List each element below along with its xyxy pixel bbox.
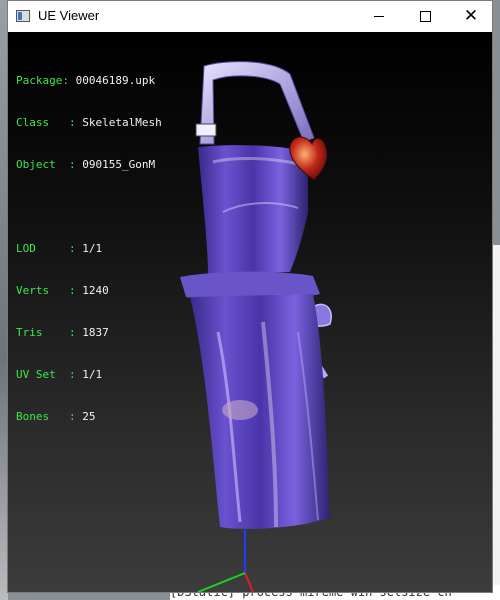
- apron-bib: [198, 145, 308, 274]
- verts-value: 1240: [82, 284, 109, 297]
- object-value: 090155_GonM: [82, 158, 156, 171]
- bones-label: Bones :: [16, 410, 83, 423]
- class-label: Class :: [16, 116, 83, 129]
- axis-y-line: [197, 572, 246, 592]
- class-value: SkeletalMesh: [82, 116, 162, 129]
- background-console-window: [492, 245, 500, 600]
- ue-viewer-window: UE Viewer ✕ Package: 00046189.upk Class …: [7, 0, 493, 593]
- tris-label: Tris :: [16, 326, 83, 339]
- tris-value: 1837: [82, 326, 109, 339]
- bones-value: 25: [82, 410, 96, 423]
- lod-label: LOD :: [16, 242, 83, 255]
- minimize-button[interactable]: [356, 1, 402, 32]
- window-title: UE Viewer: [38, 8, 100, 23]
- close-icon: ✕: [463, 6, 479, 26]
- axis-x-line: [244, 572, 254, 592]
- maximize-icon: [419, 11, 431, 22]
- apron-pocket: [222, 400, 258, 420]
- 3d-viewport[interactable]: Package: 00046189.upk Class : SkeletalMe…: [8, 32, 492, 592]
- apron-skirt: [190, 294, 330, 529]
- verts-label: Verts :: [16, 284, 83, 297]
- close-button[interactable]: ✕: [448, 1, 494, 32]
- mesh-info-overlay: Package: 00046189.upk Class : SkeletalMe…: [16, 46, 162, 452]
- object-label: Object :: [16, 158, 83, 171]
- minimize-icon: [374, 16, 384, 17]
- lod-value: 1/1: [82, 242, 103, 255]
- package-label: Package:: [16, 74, 76, 87]
- uvset-value: 1/1: [82, 368, 103, 381]
- apron-neck-strap: [199, 61, 315, 145]
- title-bar[interactable]: UE Viewer ✕: [8, 1, 492, 32]
- maximize-button[interactable]: [402, 1, 448, 32]
- uvset-label: UV Set :: [16, 368, 83, 381]
- package-value: 00046189.upk: [75, 74, 156, 87]
- strap-buckle-left: [195, 123, 217, 137]
- app-icon[interactable]: [16, 10, 30, 22]
